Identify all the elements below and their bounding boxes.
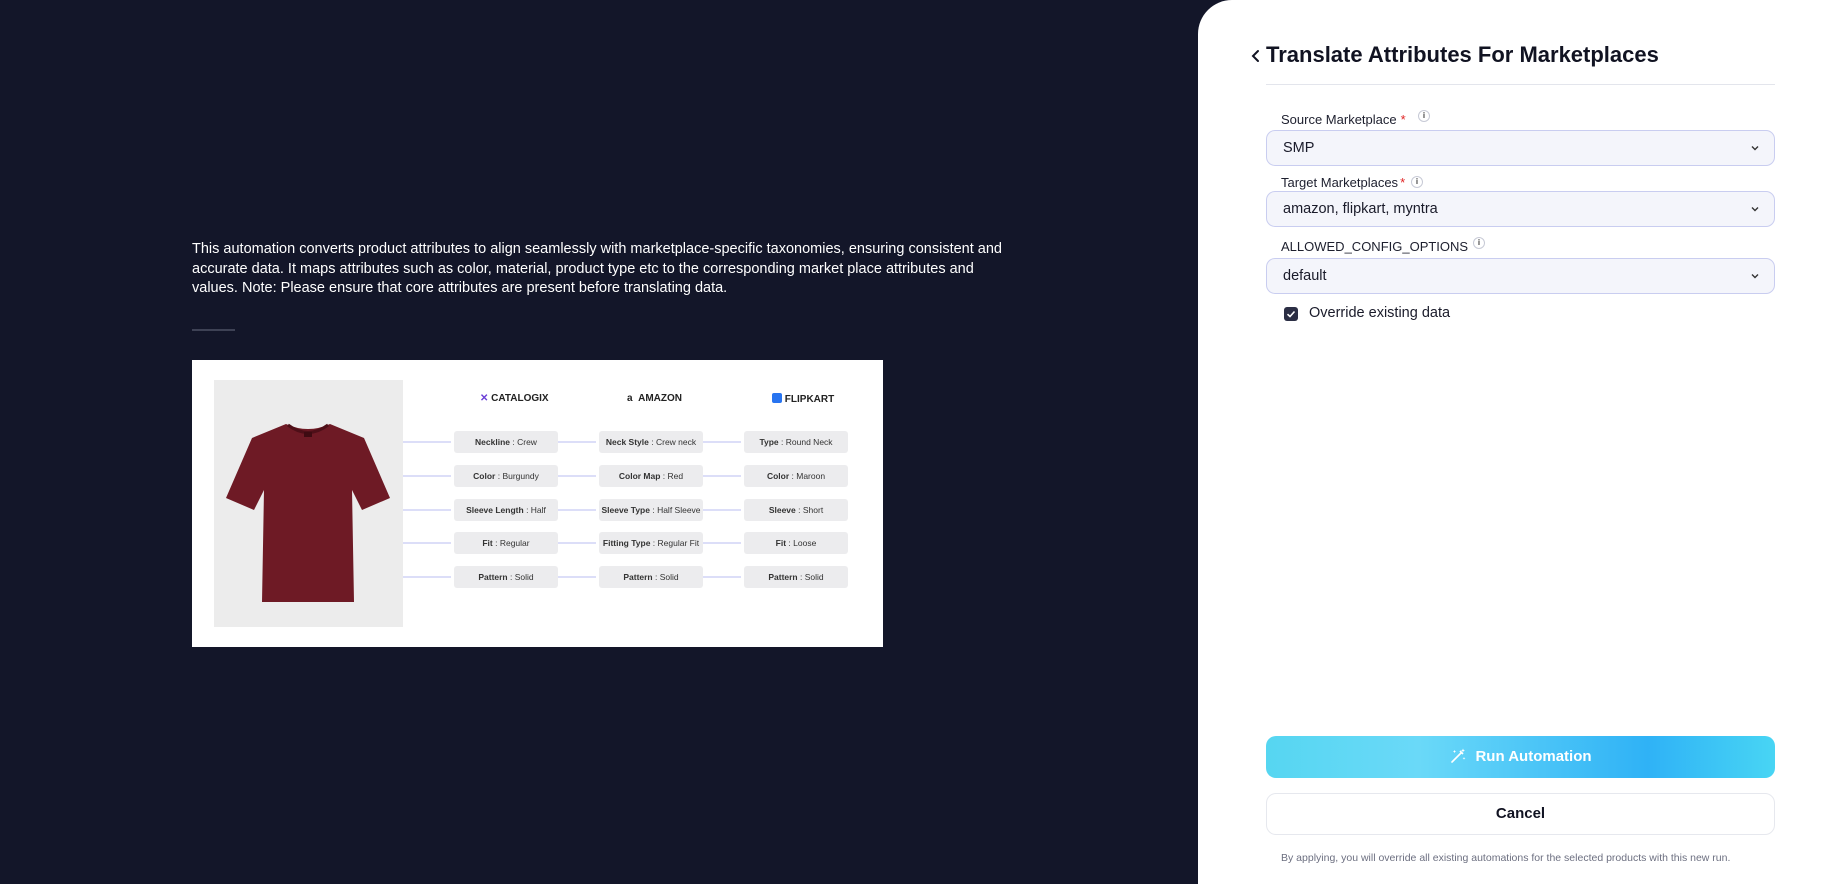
attribute-pill: Neckline : Crew <box>454 431 558 453</box>
info-icon[interactable]: i <box>1418 110 1430 122</box>
attribute-pill: Pattern : Solid <box>744 566 848 588</box>
chevron-down-icon <box>1751 274 1759 279</box>
check-icon <box>1286 310 1296 318</box>
override-existing-data-label: Override existing data <box>1309 305 1451 321</box>
chevron-left-icon[interactable] <box>1248 46 1264 66</box>
divider <box>192 329 235 331</box>
catalogix-heading: ✕ CATALOGIX <box>480 393 549 404</box>
info-icon[interactable]: i <box>1411 176 1423 188</box>
attribute-pill: Fit : Loose <box>744 532 848 554</box>
attribute-pill: Pattern : Solid <box>599 566 703 588</box>
panel-title: Translate Attributes For Marketplaces <box>1266 42 1659 67</box>
attribute-pill: Type : Round Neck <box>744 431 848 453</box>
flipkart-heading: FLIPKART <box>772 393 834 405</box>
chevron-down-icon <box>1751 207 1759 212</box>
header-divider <box>1266 84 1775 85</box>
attribute-pill: Color : Maroon <box>744 465 848 487</box>
amazon-heading: a AMAZON <box>627 393 683 404</box>
attribute-mapping-illustration: ✕ CATALOGIX a AMAZON FLIPKART Neckline :… <box>192 360 883 647</box>
attribute-pill: Sleeve Type : Half Sleeve <box>599 499 703 521</box>
info-icon[interactable]: i <box>1473 237 1485 249</box>
allowed-config-options-label: ALLOWED_CONFIG_OPTIONS <box>1281 239 1469 254</box>
target-marketplaces-label: Target Marketplaces * <box>1281 175 1406 190</box>
attribute-pill: Sleeve : Short <box>744 499 848 521</box>
allowed-config-options-select[interactable]: default <box>1266 258 1775 294</box>
source-marketplace-select[interactable]: SMP <box>1266 130 1775 166</box>
automation-panel: Translate Attributes For Marketplaces So… <box>1198 0 1839 884</box>
chevron-down-icon <box>1751 146 1759 151</box>
magic-wand-icon <box>1451 748 1466 763</box>
target-marketplaces-select[interactable]: amazon, flipkart, myntra <box>1266 191 1775 227</box>
override-existing-data-checkbox[interactable] <box>1284 307 1298 321</box>
flipkart-icon <box>772 393 782 403</box>
amazon-icon: a <box>627 393 633 404</box>
attribute-pill: Color Map : Red <box>599 465 703 487</box>
panel-header: Translate Attributes For Marketplaces <box>1248 40 1839 86</box>
attribute-pill: Sleeve Length : Half <box>454 499 558 521</box>
attribute-pill: Color : Burgundy <box>454 465 558 487</box>
catalogix-icon: ✕ <box>480 393 489 404</box>
run-automation-button[interactable]: Run Automation <box>1266 736 1775 778</box>
override-warning-note: By applying, you will override all exist… <box>1281 852 1731 864</box>
cancel-button[interactable]: Cancel <box>1266 793 1775 835</box>
attribute-pill: Pattern : Solid <box>454 566 558 588</box>
attribute-pill: Neck Style : Crew neck <box>599 431 703 453</box>
source-marketplace-label: Source Marketplace * <box>1281 112 1406 127</box>
attribute-pill: Fit : Regular <box>454 532 558 554</box>
attribute-pill: Fitting Type : Regular Fit <box>599 532 703 554</box>
automation-description: This automation converts product attribu… <box>192 241 1002 296</box>
